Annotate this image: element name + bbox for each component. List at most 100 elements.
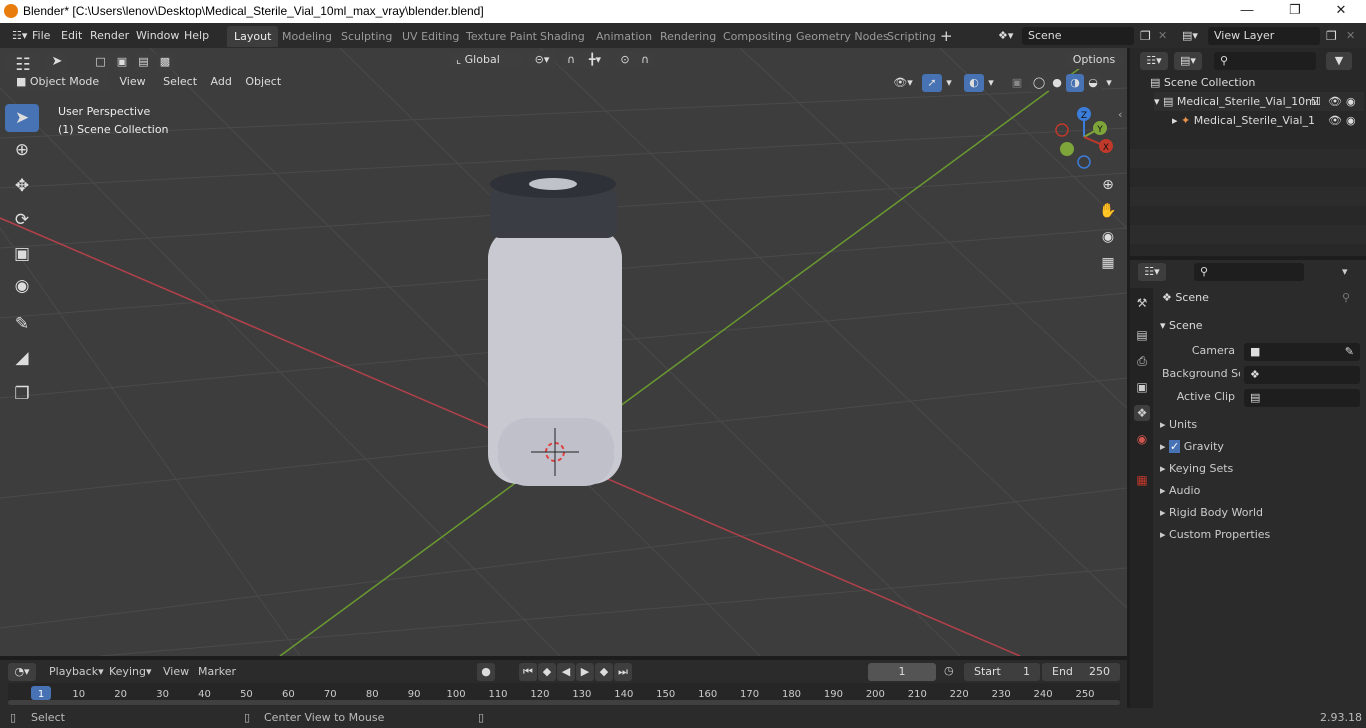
next-keyframe-icon[interactable]: ◆: [595, 663, 613, 681]
tab-uv-editing[interactable]: UV Editing: [395, 26, 466, 47]
audio-subpanel[interactable]: ▸ Audio: [1160, 481, 1360, 501]
filter-icon[interactable]: ▼: [1326, 52, 1352, 70]
menu-render[interactable]: Render: [84, 27, 135, 45]
visibility-icon[interactable]: 👁▾: [890, 74, 916, 92]
select-intersect-icon[interactable]: ▩: [156, 53, 174, 71]
material-preview-icon[interactable]: ◑: [1066, 74, 1084, 92]
sidebar-toggle-icon[interactable]: ‹: [1118, 108, 1122, 121]
options-dropdown[interactable]: Options: [1066, 51, 1122, 69]
overlay-dropdown-icon[interactable]: ▾: [984, 74, 998, 92]
prev-keyframe-icon[interactable]: ◆: [538, 663, 556, 681]
object-render-icon[interactable]: ◉: [1346, 111, 1356, 130]
rotate-tool-icon[interactable]: ⟳: [5, 206, 39, 234]
gravity-checkbox[interactable]: ✓: [1169, 440, 1181, 453]
zoom-icon[interactable]: ⊕: [1097, 174, 1119, 196]
jump-start-icon[interactable]: ⏮: [519, 663, 537, 681]
timeline-menu-playback[interactable]: Playback▾: [49, 665, 104, 678]
output-tab-icon[interactable]: ⎙: [1134, 353, 1150, 369]
scale-tool-icon[interactable]: ▣: [5, 240, 39, 268]
background-scene-field[interactable]: ❖: [1244, 366, 1360, 384]
tab-modeling[interactable]: Modeling: [275, 26, 339, 47]
transform-orientation-select[interactable]: ⌞ Global: [450, 51, 522, 69]
timeline-menu-view[interactable]: View: [163, 665, 189, 678]
end-frame-field[interactable]: End 250: [1042, 663, 1120, 681]
pin-icon[interactable]: ⚲: [1342, 288, 1350, 308]
outliner-search-input[interactable]: ⚲: [1214, 52, 1316, 70]
rendered-shading-icon[interactable]: ◒: [1084, 74, 1102, 92]
collection-visibility-icon[interactable]: 👁: [1328, 92, 1342, 111]
delete-scene-icon[interactable]: ✕: [1152, 27, 1173, 45]
timeline-menu-marker[interactable]: Marker: [198, 665, 236, 678]
close-window-button[interactable]: ✕: [1318, 2, 1364, 20]
camera-field[interactable]: ■ ✎: [1244, 343, 1360, 361]
preview-range-icon[interactable]: ◷: [944, 664, 954, 677]
tab-sculpting[interactable]: Sculpting: [334, 26, 399, 47]
select-subtract-icon[interactable]: ▤: [134, 53, 153, 71]
viewport-menu-select[interactable]: Select: [163, 75, 197, 88]
tab-rendering[interactable]: Rendering: [653, 26, 723, 47]
select-extend-icon[interactable]: ▣: [113, 53, 131, 71]
proportional-edit-icon[interactable]: ⊙: [616, 51, 634, 69]
overlay-toggle-icon[interactable]: ◐: [964, 74, 984, 92]
cursor-tool-icon[interactable]: ⊕: [5, 136, 39, 164]
scene-name-field[interactable]: Scene: [1022, 27, 1134, 45]
units-subpanel[interactable]: ▸ Units: [1160, 415, 1360, 435]
play-icon[interactable]: ▶: [576, 663, 594, 681]
viewport-menu-view[interactable]: View: [120, 75, 146, 88]
outliner-editor-icon[interactable]: ☷▾: [1140, 52, 1168, 70]
tab-shading[interactable]: Shading: [533, 26, 592, 47]
world-tab-icon[interactable]: ◉: [1134, 431, 1150, 447]
transform-tool-icon[interactable]: ◉: [5, 272, 39, 300]
select-new-icon[interactable]: □: [91, 53, 110, 71]
active-clip-field[interactable]: ▤: [1244, 389, 1360, 407]
outliner-object-row[interactable]: ▸ ✦ Medical_Sterile_Vial_1: [1172, 111, 1315, 130]
gizmo-toggle-icon[interactable]: ➚: [922, 74, 942, 92]
viewport-menu-object[interactable]: Object: [245, 75, 281, 88]
object-visibility-icon[interactable]: 👁: [1328, 111, 1342, 130]
keying-sets-subpanel[interactable]: ▸ Keying Sets: [1160, 459, 1360, 479]
snap-target-icon[interactable]: ╋▾: [582, 51, 608, 69]
view-layer-field[interactable]: View Layer: [1208, 27, 1320, 45]
select-tool-icon[interactable]: ➤: [5, 104, 39, 132]
view-layer-tab-icon[interactable]: ▣: [1134, 379, 1150, 395]
record-keyframe-icon[interactable]: ●: [477, 663, 495, 681]
viewport-menu-add[interactable]: Add: [211, 75, 232, 88]
menu-help[interactable]: Help: [178, 27, 215, 45]
jump-end-icon[interactable]: ⏭: [614, 663, 632, 681]
xray-toggle-icon[interactable]: ▣: [1008, 74, 1026, 92]
camera-view-icon[interactable]: ◉: [1097, 226, 1119, 248]
wireframe-shading-icon[interactable]: ◯: [1030, 74, 1048, 92]
properties-search-input[interactable]: ⚲: [1194, 263, 1304, 281]
eyedropper-icon[interactable]: ✎: [1345, 343, 1354, 361]
view-layer-icon[interactable]: ▤▾: [1176, 27, 1204, 45]
start-frame-field[interactable]: Start 1: [964, 663, 1040, 681]
delete-view-layer-icon[interactable]: ✕: [1340, 27, 1361, 45]
annotate-tool-icon[interactable]: ✎: [5, 310, 39, 338]
tool-tab-icon[interactable]: ⚒: [1134, 295, 1150, 311]
move-tool-icon[interactable]: ✥: [5, 172, 39, 200]
timeline-scrollbar[interactable]: [8, 700, 1120, 705]
minimize-button[interactable]: —: [1224, 2, 1270, 20]
properties-options-icon[interactable]: ▾: [1342, 265, 1348, 278]
maximize-button[interactable]: ❐: [1272, 2, 1318, 20]
pivot-point-icon[interactable]: ⊝▾: [528, 51, 556, 69]
tab-animation[interactable]: Animation: [589, 26, 659, 47]
rigid-body-world-subpanel[interactable]: ▸ Rigid Body World: [1160, 503, 1360, 523]
tool-settings-icon[interactable]: ☷: [6, 51, 40, 75]
shading-dropdown-icon[interactable]: ▾: [1102, 74, 1116, 92]
display-mode-icon[interactable]: ▤▾: [1174, 52, 1202, 70]
3d-viewport[interactable]: Z Y X ■ Object Mode View Select Add Obje…: [0, 48, 1127, 656]
add-workspace-icon[interactable]: +: [934, 27, 959, 45]
current-frame-field[interactable]: 1: [868, 663, 936, 681]
mode-selector[interactable]: ■ Object Mode: [10, 73, 110, 91]
snap-toggle-icon[interactable]: ∩: [562, 51, 580, 69]
falloff-icon[interactable]: ∩: [636, 51, 654, 69]
render-tab-icon[interactable]: ▤: [1134, 327, 1150, 343]
scene-selector-icon[interactable]: ❖▾: [992, 27, 1019, 45]
timeline-menu-keying[interactable]: Keying▾: [109, 665, 151, 678]
menu-file[interactable]: File: [26, 27, 56, 45]
custom-properties-subpanel[interactable]: ▸ Custom Properties: [1160, 525, 1360, 545]
perspective-toggle-icon[interactable]: ▦: [1097, 252, 1119, 274]
outliner-scene-collection[interactable]: ▤ Scene Collection: [1150, 73, 1255, 92]
pan-hand-icon[interactable]: ✋: [1097, 200, 1119, 222]
